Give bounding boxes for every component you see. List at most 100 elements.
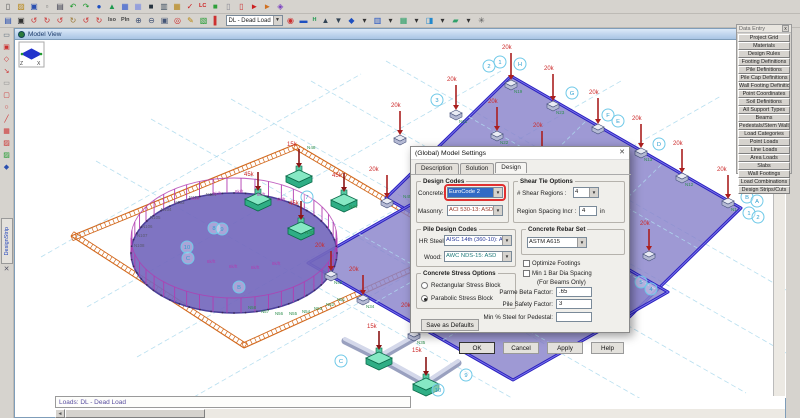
data-entry-item[interactable]: Point Loads bbox=[738, 138, 790, 146]
data-entry-item[interactable]: Area Loads bbox=[738, 154, 790, 162]
optimize-footings-checkbox[interactable]: Optimize Footings bbox=[523, 260, 580, 267]
horizontal-scrollbar[interactable]: ◄ bbox=[55, 409, 785, 418]
rotate-up-icon[interactable]: ↺ bbox=[54, 15, 66, 27]
data-entry-item[interactable]: Load Combinations bbox=[738, 178, 790, 186]
draw-pencil-icon[interactable]: ✎ bbox=[185, 15, 197, 27]
data-entry-item[interactable]: Beams bbox=[738, 114, 790, 122]
help-button[interactable]: Help bbox=[591, 342, 624, 354]
spin-right-icon[interactable]: ↻ bbox=[93, 15, 105, 27]
paste-model-icon[interactable]: ▧ bbox=[198, 15, 210, 27]
checkbox-icon[interactable] bbox=[523, 270, 530, 277]
data-entry-close-icon[interactable]: x bbox=[782, 25, 789, 32]
parme-beta-input[interactable] bbox=[556, 287, 592, 297]
model-canvas[interactable]: N21N19N23N22N13N12N1N42N34N3520k20k20k20… bbox=[16, 40, 786, 398]
rebar-set-select[interactable]: ASTM A615 ▼ bbox=[527, 237, 587, 248]
tab-design[interactable]: Design bbox=[495, 162, 527, 173]
flag-red-icon[interactable]: ► bbox=[248, 1, 260, 13]
select-poly-icon[interactable]: ◇ bbox=[1, 54, 13, 65]
plan-view-icon[interactable]: Pln bbox=[119, 15, 132, 27]
grid-increments-icon[interactable]: ▦ bbox=[132, 1, 144, 13]
hr-steel-dropdown-icon[interactable]: ▼ bbox=[502, 236, 511, 245]
model-render-icon[interactable]: ▲ bbox=[106, 1, 118, 13]
zoom-window-icon[interactable]: ▣ bbox=[159, 15, 171, 27]
select-all-icon[interactable]: ▦ bbox=[1, 126, 13, 137]
caret-3-icon[interactable]: ▾ bbox=[411, 15, 423, 27]
checkbox-icon[interactable] bbox=[523, 260, 530, 267]
caret-2-icon[interactable]: ▾ bbox=[385, 15, 397, 27]
load-case-combo[interactable]: DL - Dead Load▼ bbox=[226, 15, 283, 26]
design-strip-button[interactable]: DesignStrip bbox=[1, 218, 13, 264]
copy-icon[interactable]: ▫ bbox=[41, 1, 53, 13]
ok-button[interactable]: OK bbox=[459, 342, 495, 354]
masonry-code-select[interactable]: ACI 530-13: ASD ▼ bbox=[447, 205, 503, 216]
data-entry-item[interactable]: Load Categories bbox=[738, 130, 790, 138]
region-spacing-input[interactable] bbox=[579, 206, 597, 216]
wood-dropdown-icon[interactable]: ▼ bbox=[502, 252, 511, 261]
open-file-icon[interactable]: ▨ bbox=[15, 1, 27, 13]
lock-selection-icon[interactable]: ◆ bbox=[1, 162, 13, 173]
dark-panel-icon[interactable]: ■ bbox=[145, 1, 157, 13]
solve-check-icon[interactable]: ✓ bbox=[184, 1, 196, 13]
data-entry-item[interactable]: Slabs bbox=[738, 162, 790, 170]
wood-select[interactable]: AWC NDS-15: ASD ▼ bbox=[444, 251, 512, 262]
blue-bar-icon[interactable]: ▬ bbox=[298, 15, 310, 27]
tri-down-icon[interactable]: ▼ bbox=[333, 15, 345, 27]
concrete-code-select[interactable]: EuroCode 2 ▼ bbox=[447, 187, 503, 198]
loads-dropdown-icon[interactable]: ▰ bbox=[450, 15, 462, 27]
dialog-titlebar[interactable]: (Global) Model Settings ✕ bbox=[411, 147, 629, 160]
rectangular-stress-radio[interactable]: Rectangular Stress Block bbox=[421, 282, 500, 289]
dialog-close-icon[interactable]: ✕ bbox=[615, 147, 629, 159]
tab-solution[interactable]: Solution bbox=[460, 163, 495, 174]
unselect-poly-icon[interactable]: ○ bbox=[1, 102, 13, 113]
rebar-dropdown-icon[interactable]: ▼ bbox=[577, 238, 586, 247]
spreadsheet-icon[interactable]: ▦ bbox=[171, 1, 183, 13]
rotate-down-icon[interactable]: ↻ bbox=[67, 15, 79, 27]
caret-4-icon[interactable]: ▾ bbox=[437, 15, 449, 27]
save-icon[interactable]: ▣ bbox=[28, 1, 40, 13]
data-entry-item[interactable]: Wall Footing Definitions bbox=[738, 82, 790, 90]
save-defaults-button[interactable]: Save as Defaults bbox=[421, 319, 479, 331]
save-selection-icon[interactable]: ▨ bbox=[1, 150, 13, 161]
masonry-dropdown-icon[interactable]: ▼ bbox=[493, 206, 502, 215]
star-tool-icon[interactable]: ✳ bbox=[476, 15, 488, 27]
radio-icon[interactable] bbox=[421, 282, 428, 289]
redraw-icon[interactable]: ◉ bbox=[285, 15, 297, 27]
graph-red-icon[interactable]: ▌ bbox=[211, 15, 223, 27]
shear-regions-dropdown-icon[interactable]: ▼ bbox=[589, 188, 598, 197]
data-entry-item[interactable]: Materials bbox=[738, 42, 790, 50]
data-entry-item[interactable]: Pile Cap Definitions bbox=[738, 74, 790, 82]
clear-selection-icon[interactable]: ✕ bbox=[1, 264, 13, 275]
load-combination-icon[interactable]: LC bbox=[197, 1, 208, 13]
radio-icon[interactable] bbox=[421, 295, 428, 302]
min-bar-dia-checkbox[interactable]: Min 1 Bar Dia Spacing bbox=[523, 270, 592, 277]
apply-button[interactable]: Apply bbox=[547, 342, 583, 354]
data-entry-item[interactable]: Design Strips/Cuts bbox=[738, 186, 790, 194]
panel-a-icon[interactable]: ▭ bbox=[1, 30, 13, 41]
blue-panel-icon[interactable]: ▤ bbox=[2, 15, 14, 27]
panel-b-icon[interactable]: ▭ bbox=[1, 78, 13, 89]
plates-dropdown-icon[interactable]: ▥ bbox=[372, 15, 384, 27]
data-entry-item[interactable]: Pile Definitions bbox=[738, 66, 790, 74]
data-entry-item[interactable]: Point Coordinates bbox=[738, 90, 790, 98]
snapshot-icon[interactable]: ▣ bbox=[15, 15, 27, 27]
data-entry-item[interactable]: Wall Footings bbox=[738, 170, 790, 178]
members-dropdown-icon[interactable]: ◆ bbox=[346, 15, 358, 27]
data-entry-item[interactable]: Pedestals/Stem Walls bbox=[738, 122, 790, 130]
new-file-icon[interactable]: ▯ bbox=[2, 1, 14, 13]
load-case-dropdown-icon[interactable]: ▼ bbox=[273, 16, 282, 25]
data-entry-item[interactable]: Line Loads bbox=[738, 146, 790, 154]
report-red-icon[interactable]: ▯ bbox=[235, 1, 247, 13]
zoom-in-icon[interactable]: ⊕ bbox=[133, 15, 145, 27]
pile-safety-input[interactable] bbox=[556, 299, 592, 309]
redo-icon[interactable]: ↷ bbox=[80, 1, 92, 13]
report-icon[interactable]: ▯ bbox=[222, 1, 234, 13]
window-tile-icon[interactable]: ▥ bbox=[158, 1, 170, 13]
unselect-box-icon[interactable]: ▢ bbox=[1, 90, 13, 101]
slabs-dropdown-icon[interactable]: ▦ bbox=[398, 15, 410, 27]
caret-1-icon[interactable]: ▾ bbox=[359, 15, 371, 27]
shear-regions-select[interactable]: 4 ▼ bbox=[573, 187, 599, 198]
zoom-out-icon[interactable]: ⊖ bbox=[146, 15, 158, 27]
flag-orange-icon[interactable]: ► bbox=[261, 1, 273, 13]
target-icon[interactable]: ◎ bbox=[172, 15, 184, 27]
data-entry-item[interactable]: Project Grid bbox=[738, 34, 790, 42]
